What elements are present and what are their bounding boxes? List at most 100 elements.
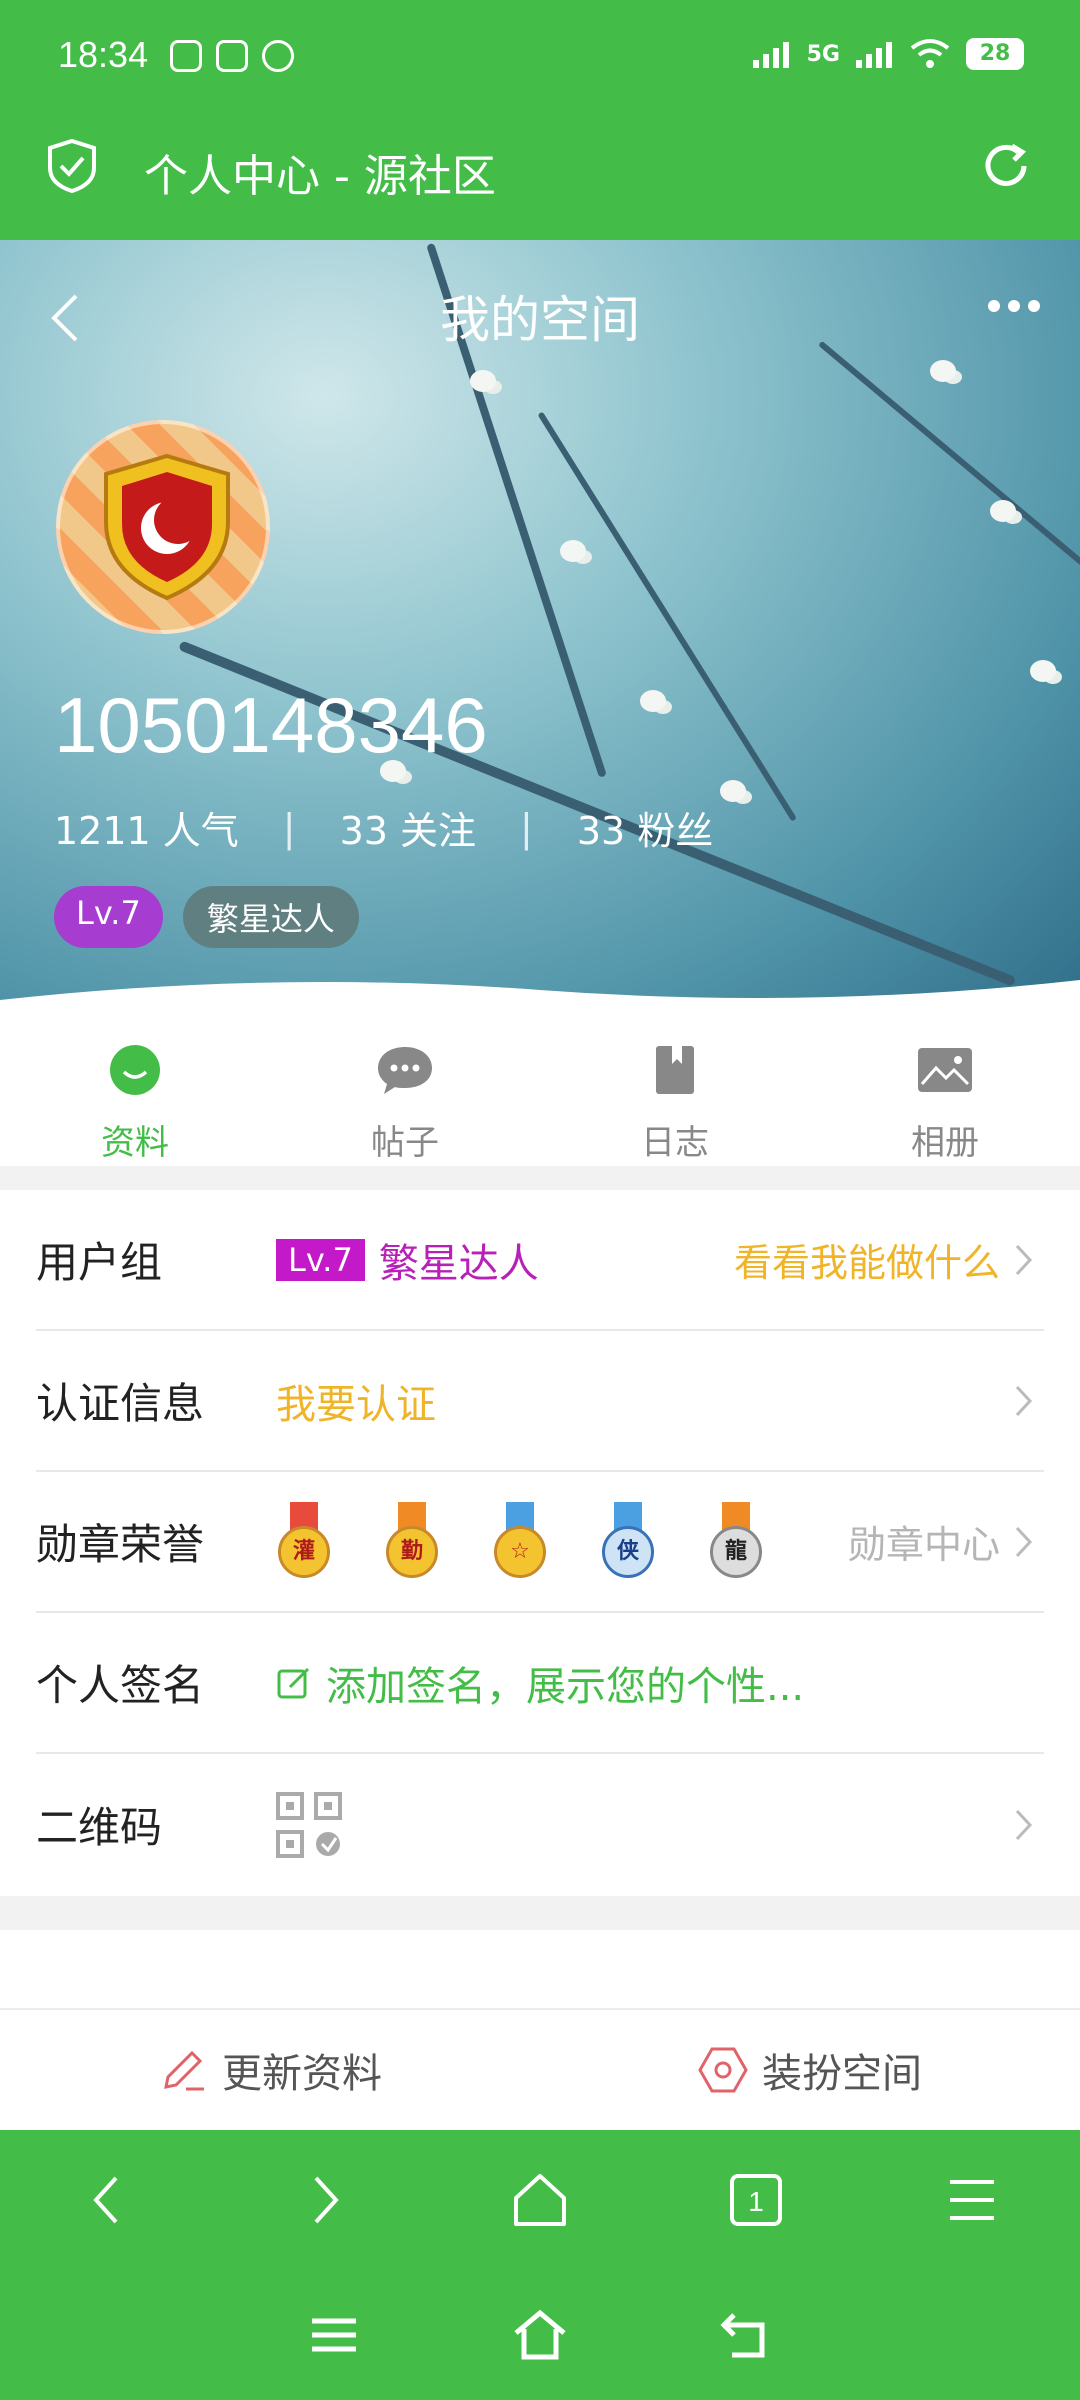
- rank-badge: 繁星达人: [182, 886, 359, 948]
- system-home-icon[interactable]: [512, 2307, 568, 2363]
- blossom-decoration: [720, 780, 746, 802]
- chevron-right-icon: [1015, 1809, 1033, 1840]
- status-bar: 18:34 5G 28: [0, 0, 1080, 120]
- chat-bubble-icon: [378, 1047, 432, 1094]
- decorate-space-button[interactable]: 装扮空间: [540, 2010, 1080, 2130]
- tab-profile[interactable]: 资料: [0, 1000, 270, 1166]
- branch-decoration: [537, 411, 797, 822]
- level-box: Lv.7: [276, 1238, 365, 1281]
- branch-decoration: [818, 340, 1080, 616]
- hexagon-icon: [698, 2047, 748, 2093]
- tab-label: 相册: [911, 1123, 979, 1163]
- photo-icon: [918, 1048, 972, 1092]
- qrcode-row[interactable]: 二维码: [36, 1754, 1044, 1895]
- medal-icon[interactable]: 勤: [384, 1501, 440, 1582]
- volume-icon: [170, 40, 202, 72]
- stat-divider: |: [520, 805, 533, 850]
- content-section-partial: [0, 1930, 1080, 2010]
- tab-posts[interactable]: 帖子: [270, 1000, 540, 1166]
- status-time: 18:34: [58, 34, 149, 75]
- wifi-icon: [910, 39, 950, 68]
- medal-icon[interactable]: ☆: [492, 1501, 548, 1582]
- notebook-icon: [656, 1046, 694, 1094]
- tab-album[interactable]: 相册: [810, 1000, 1080, 1166]
- blossom-decoration: [1030, 660, 1056, 682]
- row-label: 二维码: [36, 1803, 163, 1852]
- update-profile-button[interactable]: 更新资料: [0, 2010, 540, 2130]
- shield-badge-icon: [104, 453, 230, 601]
- battery-icon: 28: [966, 38, 1024, 70]
- blossom-decoration: [990, 500, 1016, 522]
- signal-icon-2: [856, 40, 894, 68]
- medal-icon[interactable]: 侠: [600, 1501, 656, 1582]
- refresh-icon[interactable]: [978, 138, 1034, 194]
- user-id: 1050148346: [54, 681, 488, 769]
- pencil-icon: [164, 2050, 204, 2091]
- permissions-link[interactable]: 看看我能做什么: [734, 1232, 1000, 1287]
- blossom-decoration: [640, 690, 666, 712]
- qrcode-value: [276, 1791, 342, 1858]
- profile-stats: 1211 人气 | 33 关注 | 33 粉丝: [54, 800, 713, 855]
- tab-label: 日志: [641, 1123, 709, 1163]
- browser-bottom-bar: 1: [0, 2130, 1080, 2400]
- rank-text: 繁星达人: [378, 1240, 539, 1287]
- system-back-icon[interactable]: [718, 2307, 774, 2363]
- more-menu-icon[interactable]: [988, 300, 1040, 312]
- row-label: 认证信息: [36, 1379, 205, 1428]
- browser-home-icon[interactable]: [510, 2170, 570, 2230]
- avatar[interactable]: [56, 420, 270, 634]
- blossom-decoration: [560, 540, 586, 562]
- signature-row[interactable]: 个人签名 添加签名，展示您的个性...: [36, 1613, 1044, 1754]
- tab-label: 资料: [101, 1123, 169, 1163]
- row-value: Lv.7 繁星达人: [276, 1231, 539, 1289]
- security-shield-icon[interactable]: [46, 138, 98, 194]
- medal-icon[interactable]: 灌: [276, 1501, 332, 1582]
- medal-center-link[interactable]: 勋章中心: [848, 1514, 1000, 1569]
- chevron-right-icon: [1015, 1526, 1033, 1557]
- top-bar: 18:34 5G 28 个人中心 - 源社区: [0, 0, 1080, 240]
- browser-back-icon[interactable]: [78, 2170, 138, 2230]
- browser-tabs-icon[interactable]: 1: [726, 2170, 786, 2230]
- android-icon: [216, 40, 248, 72]
- followers-stat[interactable]: 33 粉丝: [577, 800, 713, 855]
- chevron-right-icon: [1015, 1244, 1033, 1275]
- signature-value[interactable]: 添加签名，展示您的个性...: [276, 1654, 804, 1712]
- profile-hero: 我的空间 1050148346 1211 人气 | 33 关注 | 33 粉丝 …: [0, 240, 1080, 1020]
- medal-icon[interactable]: 龍: [708, 1501, 764, 1582]
- app-icon: [262, 40, 294, 72]
- verification-row[interactable]: 认证信息 我要认证: [36, 1331, 1044, 1472]
- blossom-decoration: [470, 370, 496, 392]
- profile-tags: Lv.7 繁星达人: [54, 886, 359, 948]
- verify-link[interactable]: 我要认证: [276, 1372, 436, 1430]
- network-label: 5G: [806, 41, 840, 67]
- level-badge: Lv.7: [54, 886, 163, 948]
- stat-divider: |: [282, 805, 296, 850]
- user-group-row[interactable]: 用户组 Lv.7 繁星达人 看看我能做什么: [36, 1190, 1044, 1331]
- medals-row[interactable]: 勋章荣誉 灌 勤 ☆ 侠 龍 勋章中心: [36, 1472, 1044, 1613]
- tab-diary[interactable]: 日志: [540, 1000, 810, 1166]
- browser-menu-icon[interactable]: [942, 2170, 1002, 2230]
- profile-action-bar: 更新资料 装扮空间: [0, 2008, 1080, 2130]
- signature-placeholder: 添加签名，展示您的个性...: [326, 1663, 805, 1710]
- following-stat[interactable]: 33 关注: [340, 800, 476, 855]
- space-title: 我的空间: [440, 291, 640, 349]
- profile-info-list: 用户组 Lv.7 繁星达人 看看我能做什么 认证信息 我要认证 勋章荣誉 灌 勤…: [0, 1190, 1080, 1896]
- qr-code-icon[interactable]: [276, 1791, 342, 1858]
- medal-list: 灌 勤 ☆ 侠 龍: [276, 1501, 802, 1582]
- browser-title-bar: 个人中心 - 源社区: [0, 120, 1080, 240]
- system-menu-icon[interactable]: [306, 2307, 362, 2363]
- row-label: 用户组: [36, 1238, 163, 1287]
- tab-label: 帖子: [371, 1123, 439, 1163]
- row-label: 勋章荣誉: [36, 1520, 205, 1569]
- decorate-space-label: 装扮空间: [762, 2051, 922, 2097]
- smile-icon: [110, 1045, 160, 1095]
- signal-icon: [752, 40, 791, 68]
- browser-nav: 1: [0, 2130, 1080, 2270]
- browser-forward-icon[interactable]: [294, 2170, 354, 2230]
- row-label: 个人签名: [36, 1661, 205, 1710]
- blossom-decoration: [930, 360, 956, 382]
- popularity-stat[interactable]: 1211 人气: [54, 800, 239, 855]
- tab-count: 1: [748, 2186, 764, 2217]
- update-profile-label: 更新资料: [222, 2051, 382, 2097]
- chevron-right-icon: [1015, 1385, 1033, 1416]
